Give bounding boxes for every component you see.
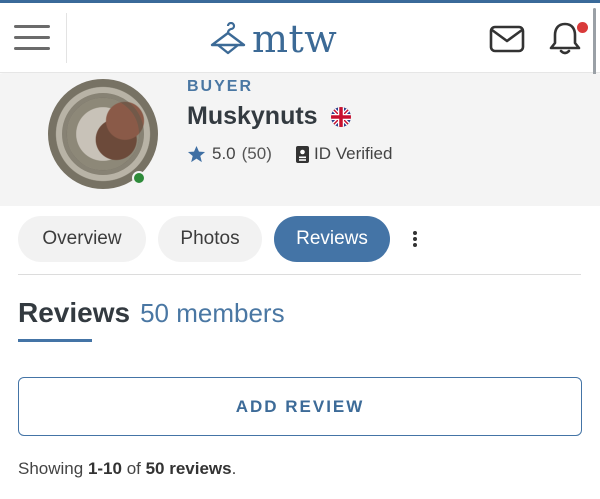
- id-verified-badge: ID Verified: [296, 144, 392, 164]
- online-status-dot: [132, 171, 146, 185]
- section-subtitle: 50 members: [140, 298, 285, 328]
- id-verified-label: ID Verified: [314, 144, 393, 163]
- user-role: BUYER: [187, 78, 254, 95]
- profile-card: BUYER Muskynuts 5.0 (50) ID Verified: [0, 74, 600, 206]
- section-heading: Reviews 50 members: [18, 297, 285, 329]
- pagination-range: 1-10: [87, 459, 122, 478]
- pagination-prefix: Showing: [18, 459, 88, 478]
- hanger-icon: [210, 22, 246, 55]
- star-icon: [187, 145, 206, 162]
- profile-tabs: Overview Photos Reviews: [18, 216, 390, 262]
- id-card-icon: [296, 145, 309, 163]
- tab-reviews[interactable]: Reviews: [274, 216, 390, 262]
- tabs-divider: [18, 274, 581, 275]
- pagination-total: 50 reviews: [145, 459, 232, 478]
- more-options-icon[interactable]: [405, 229, 425, 249]
- logo-text: mtw: [252, 17, 338, 61]
- rating[interactable]: 5.0 (50): [187, 144, 272, 164]
- section-underline: [18, 339, 92, 342]
- pagination-summary: Showing 1-10 of 50 reviews.: [18, 459, 236, 479]
- tab-photos[interactable]: Photos: [158, 216, 262, 262]
- pagination-middle: of: [121, 459, 146, 478]
- app-header: mtw: [0, 3, 600, 73]
- rating-score: 5.0: [212, 144, 236, 163]
- section-title: Reviews: [18, 297, 131, 328]
- uk-flag-icon: [331, 107, 351, 127]
- notification-badge: [577, 22, 588, 33]
- pagination-suffix: .: [231, 459, 237, 478]
- tab-overview[interactable]: Overview: [18, 216, 146, 262]
- header-divider: [66, 13, 67, 63]
- envelope-icon[interactable]: [489, 25, 525, 53]
- mtw-logo[interactable]: mtw: [208, 17, 337, 61]
- rating-count: (50): [241, 144, 272, 163]
- hamburger-menu-icon[interactable]: [14, 25, 50, 51]
- username[interactable]: Muskynuts: [187, 102, 318, 131]
- add-review-button[interactable]: ADD REVIEW: [18, 377, 582, 436]
